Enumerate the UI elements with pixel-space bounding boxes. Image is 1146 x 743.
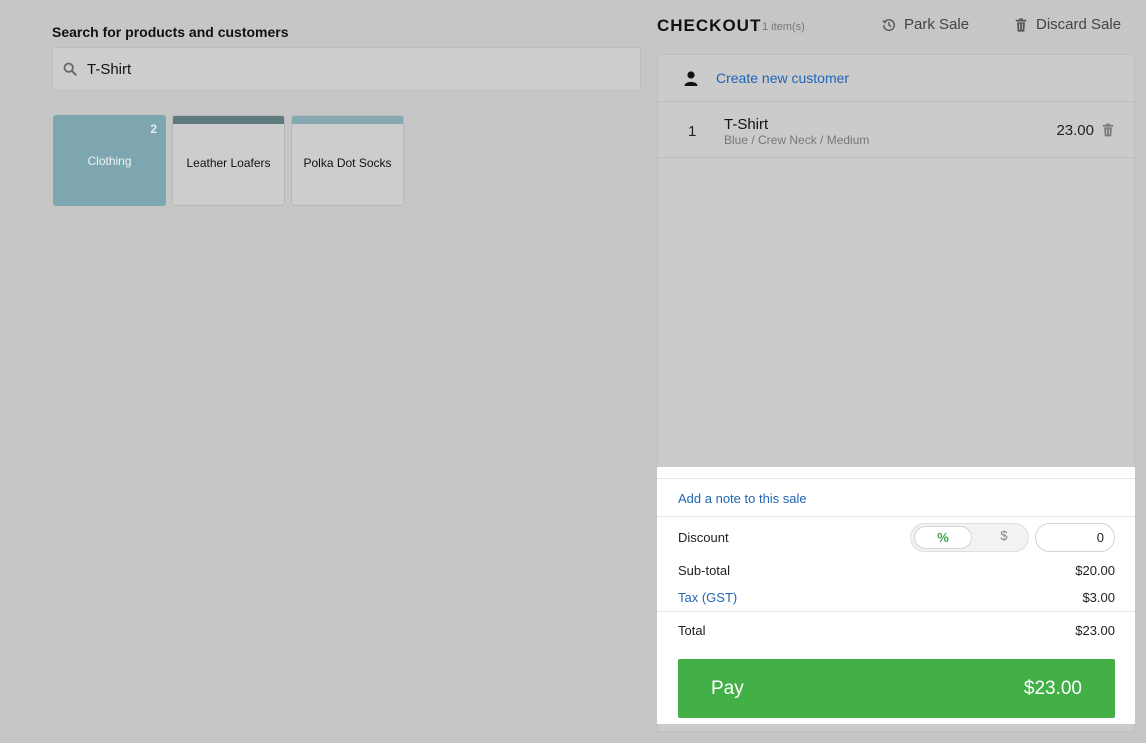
tax-link[interactable]: Tax (GST): [678, 590, 737, 605]
park-sale-label: Park Sale: [904, 16, 970, 33]
category-tile-clothing[interactable]: 2 Clothing: [53, 115, 166, 206]
pay-label: Pay: [711, 677, 744, 699]
note-row: Add a note to this sale: [657, 478, 1135, 517]
tile-color-band: [173, 116, 284, 124]
user-icon: [684, 70, 698, 86]
product-tile-leather-loafers[interactable]: Leather Loafers: [172, 115, 285, 206]
subtotal-value: $20.00: [1075, 563, 1115, 578]
tile-label: Polka Dot Socks: [303, 155, 392, 170]
product-tile-polka-dot-socks[interactable]: Polka Dot Socks: [291, 115, 404, 206]
discount-label: Discount: [678, 530, 729, 545]
line-item-name: T-Shirt: [724, 116, 769, 133]
subtotal-label: Sub-total: [678, 563, 731, 578]
product-tiles: 2 Clothing Leather Loafers Polka Dot Soc…: [53, 115, 404, 206]
discount-type-toggle: % $: [910, 523, 1029, 552]
discard-sale-button[interactable]: Discard Sale: [1014, 16, 1121, 33]
discount-input[interactable]: [1035, 523, 1115, 552]
checkout-title: CHECKOUT: [657, 16, 762, 35]
summary-divider: [657, 611, 1135, 612]
search-icon: [63, 62, 77, 76]
checkout-item-count: 1 item(s): [762, 21, 805, 33]
trash-icon: [1102, 123, 1114, 137]
total-value: $23.00: [1075, 623, 1115, 638]
search-input[interactable]: [87, 60, 607, 78]
discount-dollar-button[interactable]: $: [984, 528, 1024, 543]
pay-button[interactable]: Pay $23.00: [678, 659, 1115, 718]
line-item[interactable]: 1 T-Shirt Blue / Crew Neck / Medium 23.0…: [658, 102, 1134, 158]
line-item-variant: Blue / Crew Neck / Medium: [724, 133, 870, 147]
create-customer-link[interactable]: Create new customer: [716, 70, 849, 86]
tax-value: $3.00: [1082, 590, 1115, 605]
discount-percent-button[interactable]: %: [914, 526, 972, 549]
park-sale-button[interactable]: Park Sale: [882, 16, 969, 33]
discard-sale-label: Discard Sale: [1036, 16, 1122, 33]
pay-amount: $23.00: [1023, 677, 1082, 699]
trash-icon: [1015, 17, 1027, 32]
sale-summary: Add a note to this sale Discount % $ Sub…: [657, 467, 1135, 724]
line-item-price: 23.00: [1056, 122, 1094, 139]
line-item-quantity: 1: [688, 123, 697, 140]
tile-label: Leather Loafers: [186, 155, 271, 170]
search-box[interactable]: [52, 47, 641, 91]
total-label: Total: [678, 623, 706, 638]
history-icon: [882, 18, 895, 31]
add-note-link[interactable]: Add a note to this sale: [678, 491, 807, 506]
tile-label: Clothing: [87, 153, 132, 168]
tile-color-band: [292, 116, 403, 124]
tile-count-badge: 2: [150, 122, 157, 136]
search-label: Search for products and customers: [52, 24, 289, 40]
line-item-delete-button[interactable]: [1102, 123, 1114, 142]
customer-row: Create new customer: [658, 55, 1134, 102]
